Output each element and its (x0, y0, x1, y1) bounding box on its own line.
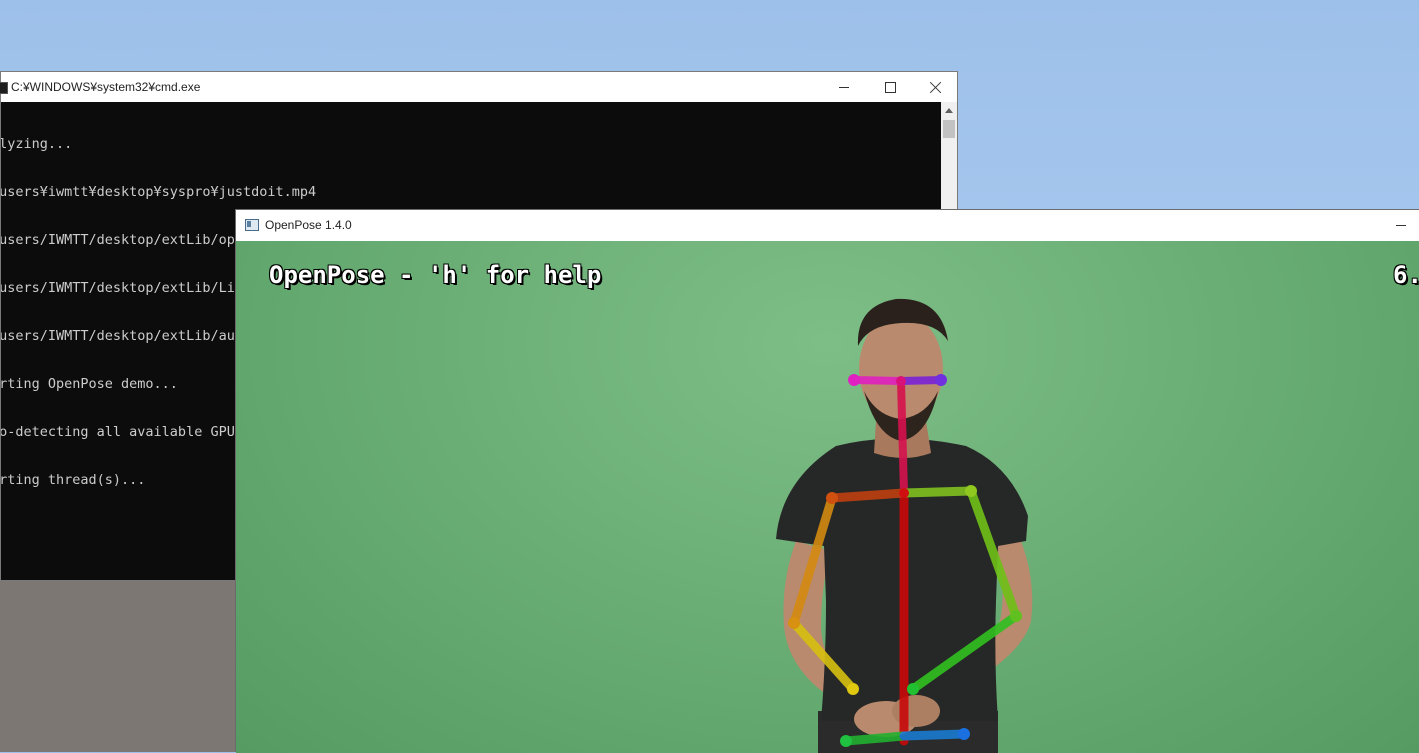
openpose-titlebar[interactable]: OpenPose 1.4.0 (236, 210, 1419, 240)
desktop-area (0, 580, 236, 752)
cmd-minimize-button[interactable] (821, 72, 867, 102)
scroll-up-arrow-icon[interactable] (945, 108, 953, 113)
maximize-icon (884, 81, 896, 93)
video-scene (776, 298, 1033, 753)
console-line: ¥users¥iwmtt¥desktop¥syspro¥justdoit.mp4 (1, 184, 317, 200)
cmd-window-title: C:¥WINDOWS¥system32¥cmd.exe (11, 80, 201, 94)
fps-counter: 6.2 (1393, 261, 1419, 289)
cmd-titlebar[interactable]: C:¥WINDOWS¥system32¥cmd.exe (0, 72, 959, 102)
pose-video-frame: OpenPose - 'h' for help 6.2 (236, 241, 1419, 753)
console-icon (0, 82, 8, 94)
openpose-window[interactable]: OpenPose 1.4.0 OpenPose - 'h' for help 6 (235, 209, 1419, 753)
close-icon (930, 81, 942, 93)
app-window-icon (245, 219, 259, 231)
openpose-help-overlay: OpenPose - 'h' for help (269, 261, 602, 289)
openpose-window-title: OpenPose 1.4.0 (265, 218, 352, 232)
cmd-maximize-button[interactable] (867, 72, 913, 102)
minimize-icon[interactable] (1396, 225, 1406, 226)
cmd-close-button[interactable] (913, 72, 959, 102)
console-line: alyzing... (1, 136, 73, 152)
minimize-icon (839, 86, 849, 88)
scrollbar-thumb[interactable] (943, 120, 955, 138)
